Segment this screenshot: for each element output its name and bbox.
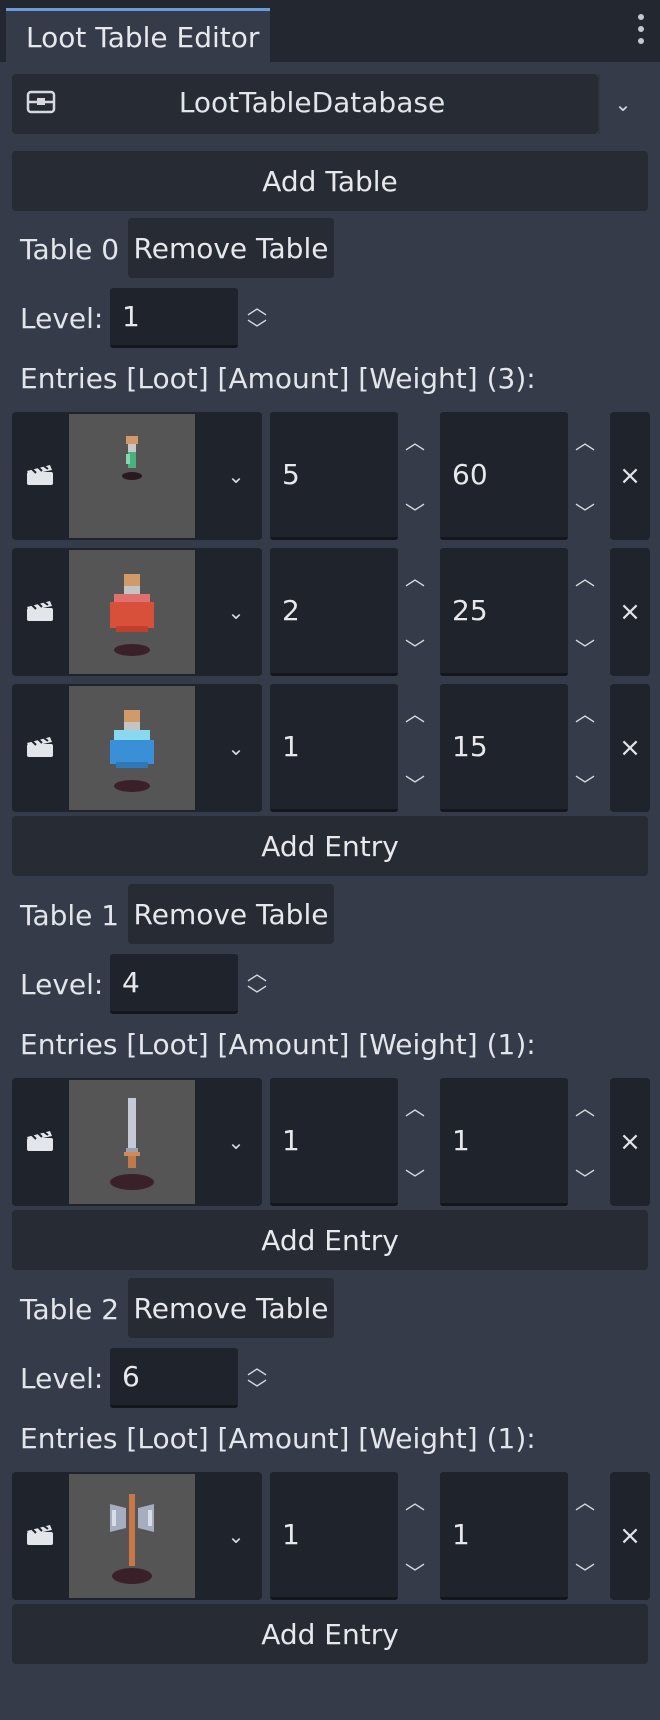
sword-icon	[100, 1092, 164, 1192]
clapperboard-icon	[26, 1524, 54, 1546]
weight-field[interactable]: 60	[440, 412, 568, 540]
weight-field[interactable]: 25	[440, 548, 568, 676]
weight-field[interactable]: 1	[440, 1078, 568, 1206]
chevron-down-icon[interactable]: ⌄	[210, 1472, 262, 1600]
remove-table-button[interactable]: Remove Table	[128, 884, 334, 944]
remove-table-button[interactable]: Remove Table	[128, 1278, 334, 1338]
level-field[interactable]: 6	[110, 1348, 238, 1408]
red-potion-icon	[100, 562, 164, 658]
amount-spinner-icon[interactable]: ︿ ﹀	[400, 1486, 430, 1586]
chevron-down-icon[interactable]: ⌄	[210, 684, 262, 812]
remove-entry-button[interactable]: ×	[610, 1078, 650, 1206]
blue-potion-icon	[100, 698, 164, 794]
amount-spinner-icon[interactable]: ︿ ﹀	[400, 1092, 430, 1192]
table-label: Table 0	[20, 233, 120, 266]
add-entry-button[interactable]: Add Entry	[12, 1210, 648, 1270]
resource-name: LootTableDatabase	[178, 86, 446, 119]
weight-spinner-icon[interactable]: ︿ ﹀	[570, 426, 600, 526]
weight-field[interactable]: 1	[440, 1472, 568, 1600]
level-spinner-icon[interactable]: ︿ ﹀	[244, 1352, 270, 1404]
level-spinner-icon[interactable]: ︿ ﹀	[244, 292, 270, 344]
chevron-down-icon[interactable]: ⌄	[210, 548, 262, 676]
level-label: Level:	[20, 302, 104, 335]
thin-green-potion-icon	[100, 426, 164, 522]
level-label: Level:	[20, 968, 104, 1001]
remove-entry-button[interactable]: ×	[610, 412, 650, 540]
clapperboard-icon	[26, 1130, 54, 1152]
weight-spinner-icon[interactable]: ︿ ﹀	[570, 562, 600, 662]
add-table-button[interactable]: Add Table	[12, 151, 648, 211]
double-axe-icon	[100, 1486, 164, 1586]
amount-spinner-icon[interactable]: ︿ ﹀	[400, 426, 430, 526]
entries-label: Entries [Loot] [Amount] [Weight] (3):	[20, 362, 536, 395]
entries-label: Entries [Loot] [Amount] [Weight] (1):	[20, 1422, 536, 1455]
add-entry-button[interactable]: Add Entry	[12, 1604, 648, 1664]
entries-label: Entries [Loot] [Amount] [Weight] (1):	[20, 1028, 536, 1061]
level-field[interactable]: 4	[110, 954, 238, 1014]
level-field[interactable]: 1	[110, 288, 238, 348]
weight-spinner-icon[interactable]: ︿ ﹀	[570, 698, 600, 798]
table-label: Table 2	[20, 1293, 120, 1326]
clapperboard-icon	[26, 736, 54, 758]
weight-field[interactable]: 15	[440, 684, 568, 812]
add-entry-button[interactable]: Add Entry	[12, 816, 648, 876]
remove-table-button[interactable]: Remove Table	[128, 218, 334, 278]
tab-loot-table-editor[interactable]: Loot Table Editor	[6, 8, 270, 62]
more-options-icon[interactable]	[636, 14, 646, 52]
amount-spinner-icon[interactable]: ︿ ﹀	[400, 562, 430, 662]
amount-field[interactable]: 5	[270, 412, 398, 540]
amount-field[interactable]: 1	[270, 684, 398, 812]
clapperboard-icon	[26, 464, 54, 486]
clapperboard-icon	[26, 600, 54, 622]
weight-spinner-icon[interactable]: ︿ ﹀	[570, 1092, 600, 1192]
level-spinner-icon[interactable]: ︿ ﹀	[244, 958, 270, 1010]
weight-spinner-icon[interactable]: ︿ ﹀	[570, 1486, 600, 1586]
amount-field[interactable]: 1	[270, 1472, 398, 1600]
chevron-down-icon[interactable]: ⌄	[210, 412, 262, 540]
remove-entry-button[interactable]: ×	[610, 1472, 650, 1600]
remove-entry-button[interactable]: ×	[610, 548, 650, 676]
amount-spinner-icon[interactable]: ︿ ﹀	[400, 698, 430, 798]
table-label: Table 1	[20, 899, 120, 932]
chevron-down-icon[interactable]: ⌄	[600, 74, 646, 134]
resource-picker[interactable]: LootTableDatabase ⌄	[12, 74, 631, 134]
remove-entry-button[interactable]: ×	[610, 684, 650, 812]
chevron-down-icon[interactable]: ⌄	[210, 1078, 262, 1206]
amount-field[interactable]: 1	[270, 1078, 398, 1206]
amount-field[interactable]: 2	[270, 548, 398, 676]
level-label: Level:	[20, 1362, 104, 1395]
